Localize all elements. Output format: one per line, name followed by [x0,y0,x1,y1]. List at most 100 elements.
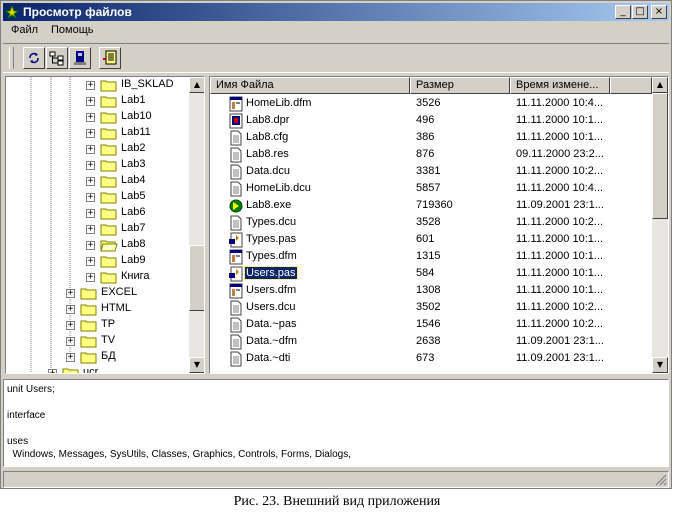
expand-icon[interactable]: + [86,225,95,234]
file-row[interactable]: Types.dfm 1315 11.11.2000 10:1... [210,248,652,265]
status-bar [3,471,669,488]
expand-icon[interactable]: + [66,321,75,330]
tree-item-label: Lab8 [121,238,146,250]
expand-icon[interactable]: + [66,289,75,298]
file-name: HomeLib.dcu [246,182,311,194]
toolbar-grip[interactable] [9,47,14,69]
expand-icon[interactable]: + [66,353,75,362]
file-size: 719360 [416,199,453,211]
file-row[interactable]: Users.pas 584 11.11.2000 10:1... [210,265,652,282]
expand-icon[interactable]: + [86,97,95,106]
file-size: 673 [416,352,435,364]
file-name: Users.dcu [246,301,296,313]
file-row[interactable]: Data.dcu 3381 11.11.2000 10:2... [210,163,652,180]
list-scroll-thumb[interactable] [652,93,668,219]
file-row[interactable]: Types.dcu 3528 11.11.2000 10:2... [210,214,652,231]
column-header-time[interactable]: Время измене... [510,77,610,94]
column-header-size[interactable]: Размер [410,77,510,94]
folder-icon [80,286,98,303]
maximize-button[interactable]: □ [632,5,648,19]
file-row[interactable]: Lab8.res 876 09.11.2000 23:2... [210,146,652,163]
expand-icon[interactable]: + [48,369,57,373]
tree-scroll-thumb[interactable] [189,245,204,311]
tree-item-label: IB_SKLAD [121,78,174,90]
title-bar[interactable]: Просмотр файлов _ □ × [3,3,669,21]
source-line: unit Users; [7,384,55,395]
file-name: Types.pas [246,233,297,245]
source-preview[interactable]: unit Users; interface uses Windows, Messag… [3,379,669,467]
expand-icon[interactable]: + [66,337,75,346]
expand-icon[interactable]: + [86,129,95,138]
file-row[interactable]: Lab8.dpr 496 11.11.2000 10:1... [210,112,652,129]
file-row[interactable]: Lab8.exe 719360 11.09.2001 23:1... [210,197,652,214]
file-row[interactable]: Types.pas 601 11.11.2000 10:1... [210,231,652,248]
file-name: Lab8.dpr [246,114,290,126]
file-row[interactable]: HomeLib.dcu 5857 11.11.2000 10:4... [210,180,652,197]
file-modified-time: 11.11.2000 10:2... [516,318,604,330]
directory-tree[interactable]: + IB_SKLAD + Lab1 + Lab10 + Lab11 + Lab2 + Lab3 + Lab… [5,76,205,374]
expand-icon[interactable]: + [86,273,95,282]
file-list[interactable]: Имя Файла Размер Время измене... HomeLib… [209,76,669,374]
tree-item-label: Lab1 [121,94,146,106]
tree-scroll-down[interactable]: ▼ [189,357,204,373]
expand-icon[interactable]: + [86,113,95,122]
file-size: 496 [416,114,435,126]
open-file-button[interactable] [99,47,121,69]
folder-icon [100,174,118,191]
refresh-button[interactable] [23,47,45,69]
size-grip-icon[interactable] [655,474,667,486]
menu-help[interactable]: Помощь [51,24,94,36]
list-scroll-up[interactable]: ▲ [652,77,668,93]
expand-icon[interactable]: + [86,81,95,90]
menu-file[interactable]: Файл [11,24,38,36]
folder-icon [100,94,118,111]
file-size: 3381 [416,165,441,177]
folder-icon [100,206,118,223]
file-size: 3526 [416,97,441,109]
view-mode-button[interactable] [69,47,91,69]
file-modified-time: 11.11.2000 10:4... [516,182,604,194]
list-scrollbar[interactable]: ▲ ▼ [652,77,668,373]
file-row[interactable]: Users.dcu 3502 11.11.2000 10:2... [210,299,652,316]
expand-icon[interactable]: + [86,241,95,250]
file-modified-time: 11.11.2000 10:1... [516,114,604,126]
expand-icon[interactable]: + [86,161,95,170]
file-size: 584 [416,267,435,279]
tree-item-label: Lab6 [121,206,146,218]
expand-icon[interactable]: + [86,257,95,266]
file-size: 3528 [416,216,441,228]
file-row[interactable]: Users.dfm 1308 11.11.2000 10:1... [210,282,652,299]
tree-view-button[interactable] [46,47,68,69]
arrow-up-icon: ▲ [656,80,664,89]
folder-icon [100,110,118,127]
folder-icon [100,190,118,207]
folder-icon [80,318,98,335]
expand-icon[interactable]: + [86,193,95,202]
tree-scrollbar[interactable]: ▲ ▼ [189,77,204,373]
file-name: Lab8.exe [246,199,292,211]
close-button[interactable]: × [651,5,667,19]
source-lines: unit Users; interface uses Windows, Messag… [7,384,665,462]
expand-icon[interactable]: + [86,177,95,186]
tree-item-label: ucr [83,366,99,374]
expand-icon[interactable]: + [86,145,95,154]
list-scroll-down[interactable]: ▼ [652,357,668,373]
folder-icon [80,350,98,367]
minimize-button[interactable]: _ [615,5,631,19]
source-line [7,397,665,410]
expand-icon[interactable]: + [66,305,75,314]
tree-item-label: Lab3 [121,158,146,170]
file-row[interactable]: Lab8.cfg 386 11.11.2000 10:1... [210,129,652,146]
column-header-name[interactable]: Имя Файла [210,77,410,94]
device-icon [74,51,86,65]
file-row[interactable]: Data.~pas 1546 11.11.2000 10:2... [210,316,652,333]
file-row[interactable]: Data.~dti 673 11.09.2001 23:1... [210,350,652,367]
file-size: 1315 [416,250,441,262]
tree-item-label: TV [101,334,116,346]
file-row[interactable]: Data.~dfm 2638 11.09.2001 23:1... [210,333,652,350]
file-name: Users.dfm [246,284,297,296]
file-row[interactable]: HomeLib.dfm 3526 11.11.2000 10:4... [210,95,652,112]
tree-scroll-up[interactable]: ▲ [189,77,204,93]
expand-icon[interactable]: + [86,209,95,218]
arrow-down-icon: ▼ [656,360,664,369]
